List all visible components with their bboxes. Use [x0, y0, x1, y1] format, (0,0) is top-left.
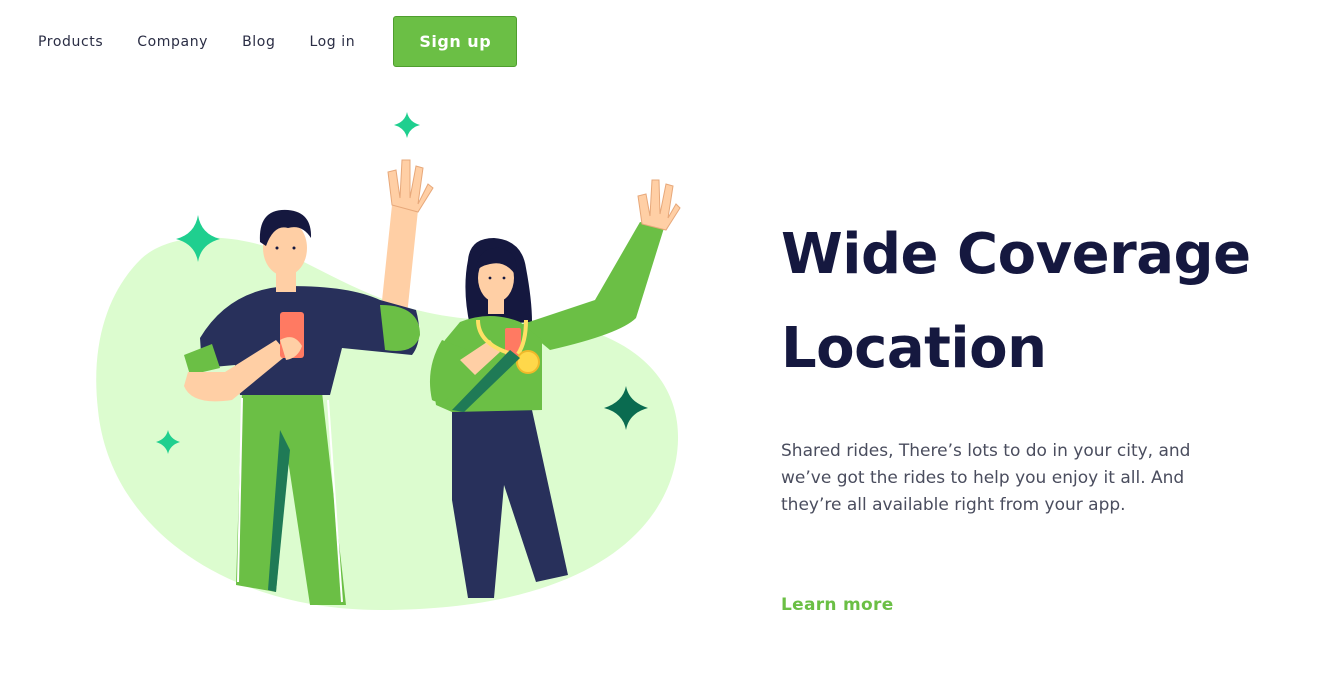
nav-link-products[interactable]: Products: [38, 34, 103, 50]
signup-button[interactable]: Sign up: [393, 16, 518, 67]
hero-title: Wide Coverage Location: [781, 208, 1321, 396]
learn-more-link[interactable]: Learn more: [781, 595, 894, 615]
nav-link-login[interactable]: Log in: [309, 34, 355, 50]
top-navigation: Products Company Blog Log in Sign up: [38, 16, 518, 67]
sparkle-icon: [394, 112, 420, 138]
page: Products Company Blog Log in Sign up Wid…: [0, 0, 1335, 675]
nav-link-company[interactable]: Company: [137, 34, 208, 50]
hero-description-line: Shared rides, There’s lots to do in your…: [781, 441, 1191, 461]
hero-description-line: they’re all available right from your ap…: [781, 495, 1126, 515]
nav-link-blog[interactable]: Blog: [242, 34, 275, 50]
hero-description: Shared rides, There’s lots to do in your…: [781, 438, 1251, 519]
hero-title-line: Location: [781, 316, 1047, 381]
hero-description-line: we’ve got the rides to help you enjoy it…: [781, 468, 1185, 488]
hero-illustration: [96, 112, 681, 610]
hero-title-line: Wide Coverage: [781, 222, 1251, 287]
